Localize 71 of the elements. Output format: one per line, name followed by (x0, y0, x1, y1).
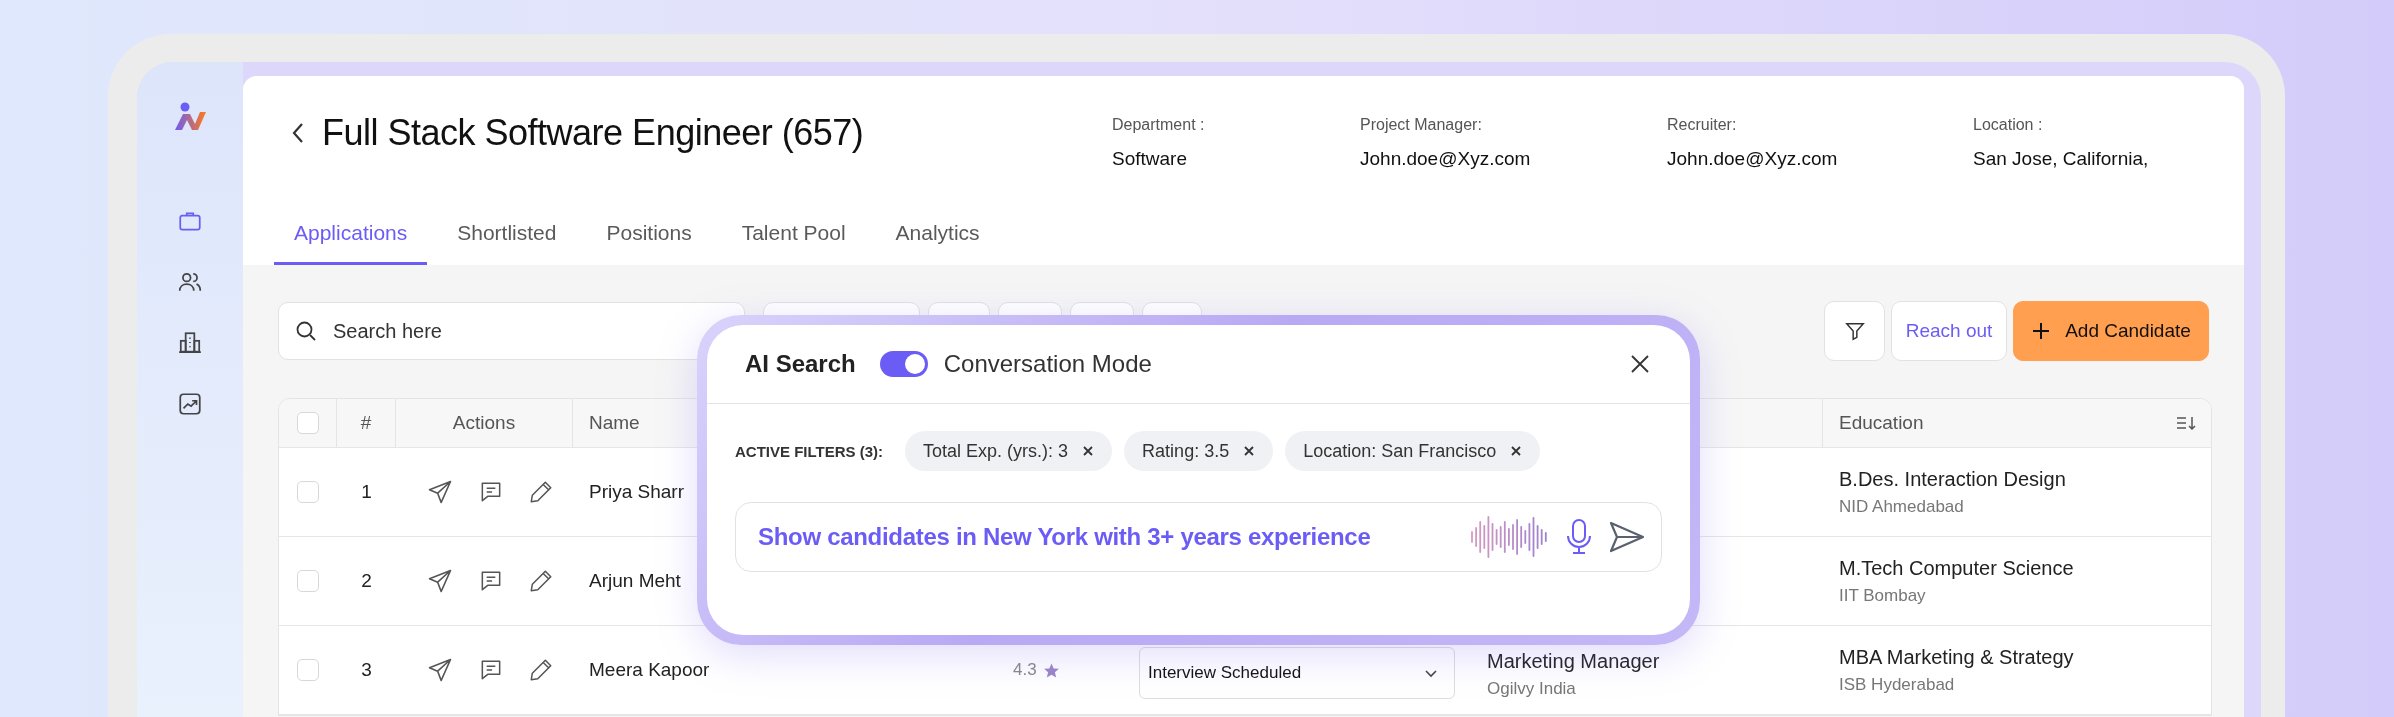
pencil-icon[interactable] (528, 568, 554, 594)
detail-label: Recruiter: (1667, 116, 1738, 134)
filter-chip[interactable]: Rating: 3.5 (1124, 431, 1274, 471)
send-icon[interactable] (426, 478, 454, 506)
row-checkbox[interactable] (297, 481, 319, 503)
candidate-name: Priya Sharr (589, 481, 685, 503)
institution-name: IIT Bombay (1839, 585, 1926, 606)
dialog-title: AI Search (745, 350, 856, 378)
education-degree: M.Tech Computer Science (1839, 556, 2074, 580)
column-header: Actions (452, 412, 516, 434)
query-field[interactable]: Show candidates in New York with 3+ years experience (735, 502, 1662, 572)
filter-icon (1843, 320, 1866, 342)
detail-label: Project Manager: (1360, 116, 1483, 134)
detail-label: Location : (1973, 116, 2044, 134)
row-number: 3 (361, 659, 372, 681)
row-checkbox[interactable] (297, 570, 319, 592)
logo-icon (173, 102, 207, 132)
detail-label: Department : (1112, 116, 1206, 134)
candidate-name: Arjun Meht (589, 570, 681, 592)
tab[interactable]: Applications (274, 204, 428, 265)
role-title: Marketing Manager (1487, 650, 1660, 673)
tab[interactable]: Talent Pool (721, 204, 866, 265)
remove-icon[interactable] (1243, 445, 1256, 457)
institution-name: ISB Hyderabad (1839, 674, 1955, 695)
chart-icon (177, 391, 203, 417)
filter-chip[interactable]: Location: San Francisco (1285, 431, 1541, 471)
page-title: Full Stack Software Engineer (657) (322, 112, 864, 154)
institution-name: NID Ahmedabad (1839, 496, 1964, 517)
add-candidate-button[interactable]: Add Candidate (2013, 301, 2209, 361)
tab[interactable]: Positions (586, 204, 712, 265)
company-name: Ogilvy India (1487, 679, 1576, 699)
microphone-icon[interactable] (1564, 518, 1594, 556)
filter-chip[interactable]: Total Exp. (yrs.): 3 (905, 431, 1113, 471)
search-icon (294, 319, 318, 343)
status-dropdown[interactable]: Interview Scheduled (1139, 647, 1455, 699)
detail-value: John.doe@Xyz.com (1360, 148, 1532, 170)
search-field[interactable]: Search here (278, 302, 745, 360)
tab[interactable]: Analytics (875, 204, 1000, 265)
send-icon[interactable] (1608, 520, 1646, 554)
education-degree: B.Des. Interaction Design (1839, 467, 2066, 491)
row-number: 1 (361, 481, 372, 503)
remove-icon[interactable] (1510, 445, 1523, 457)
filter-button[interactable] (1824, 301, 1885, 361)
column-header: # (360, 412, 372, 434)
candidate-name: Meera Kapoor (589, 659, 710, 681)
detail-value: San Jose, California, (1973, 148, 2149, 170)
send-icon[interactable] (426, 567, 454, 595)
row-number: 2 (361, 570, 372, 592)
reach-out-button[interactable]: Reach out (1891, 301, 2007, 361)
detail-value: John.doe@Xyz.com (1667, 148, 1839, 170)
column-header: Education (1839, 412, 1924, 434)
pencil-icon[interactable] (528, 657, 554, 683)
row-checkbox[interactable] (297, 659, 319, 681)
plus-icon (2031, 321, 2052, 341)
star-icon (1042, 661, 1060, 679)
toggle-switch[interactable] (879, 351, 928, 377)
select-all-checkbox[interactable] (296, 412, 319, 434)
toggle-label: Conversation Mode (943, 350, 1152, 378)
pencil-icon[interactable] (528, 479, 554, 505)
send-icon[interactable] (426, 656, 454, 684)
education-degree: MBA Marketing & Strategy (1839, 645, 2074, 669)
nav-item[interactable] (177, 330, 203, 356)
building-icon (177, 330, 203, 356)
tab[interactable]: Shortlisted (437, 204, 577, 265)
waveform-icon (1470, 516, 1550, 558)
remove-icon[interactable] (1082, 445, 1095, 457)
rating-value: 4.3 (1013, 660, 1037, 680)
column-header: Name (589, 412, 640, 434)
detail-value: Software (1112, 148, 1188, 170)
nav-item[interactable] (177, 391, 203, 417)
filters-label: ACTIVE FILTERS (3): (735, 442, 884, 460)
